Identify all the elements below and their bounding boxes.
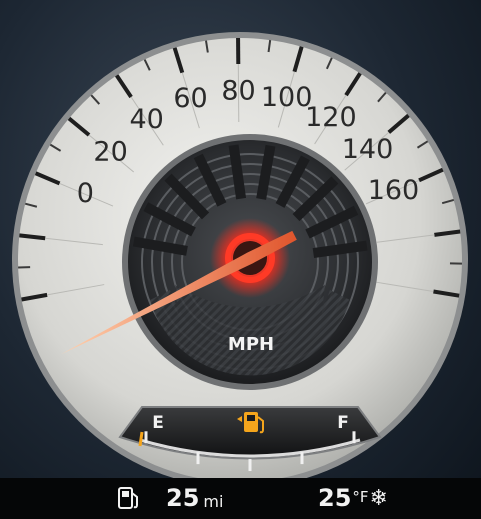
speedometer: 0 20 40 60 80 100 120 140 160 MPH E F — [12, 32, 468, 488]
instrument-cluster: 0 20 40 60 80 100 120 140 160 MPH E F 25… — [0, 0, 481, 519]
temperature-value: 25 — [318, 484, 352, 512]
range-unit: mi — [203, 491, 224, 511]
fuel-level-marker — [138, 431, 144, 447]
snowflake-icon: ❄ — [369, 485, 388, 511]
fuel-empty-label: E — [152, 413, 164, 433]
fuel-pump-icon — [118, 487, 138, 509]
status-bar: 25 mi 25 °F ❄ — [0, 478, 481, 519]
tick-label-140: 140 — [342, 134, 394, 165]
unit-label: MPH — [228, 334, 274, 355]
tick-label-20: 20 — [93, 136, 127, 167]
tick-label-60: 60 — [173, 83, 207, 114]
range-value: 25 — [166, 484, 200, 512]
temperature-readout: 25 °F ❄ — [318, 484, 388, 512]
tick-label-0: 0 — [77, 178, 94, 209]
range-readout: 25 mi — [116, 484, 223, 512]
tick-label-40: 40 — [129, 104, 163, 135]
tick-label-160: 160 — [368, 175, 420, 206]
tick-label-120: 120 — [305, 102, 357, 133]
tick-label-80: 80 — [221, 76, 255, 107]
temperature-unit: °F — [352, 488, 369, 506]
fuel-full-label: F — [337, 413, 349, 433]
